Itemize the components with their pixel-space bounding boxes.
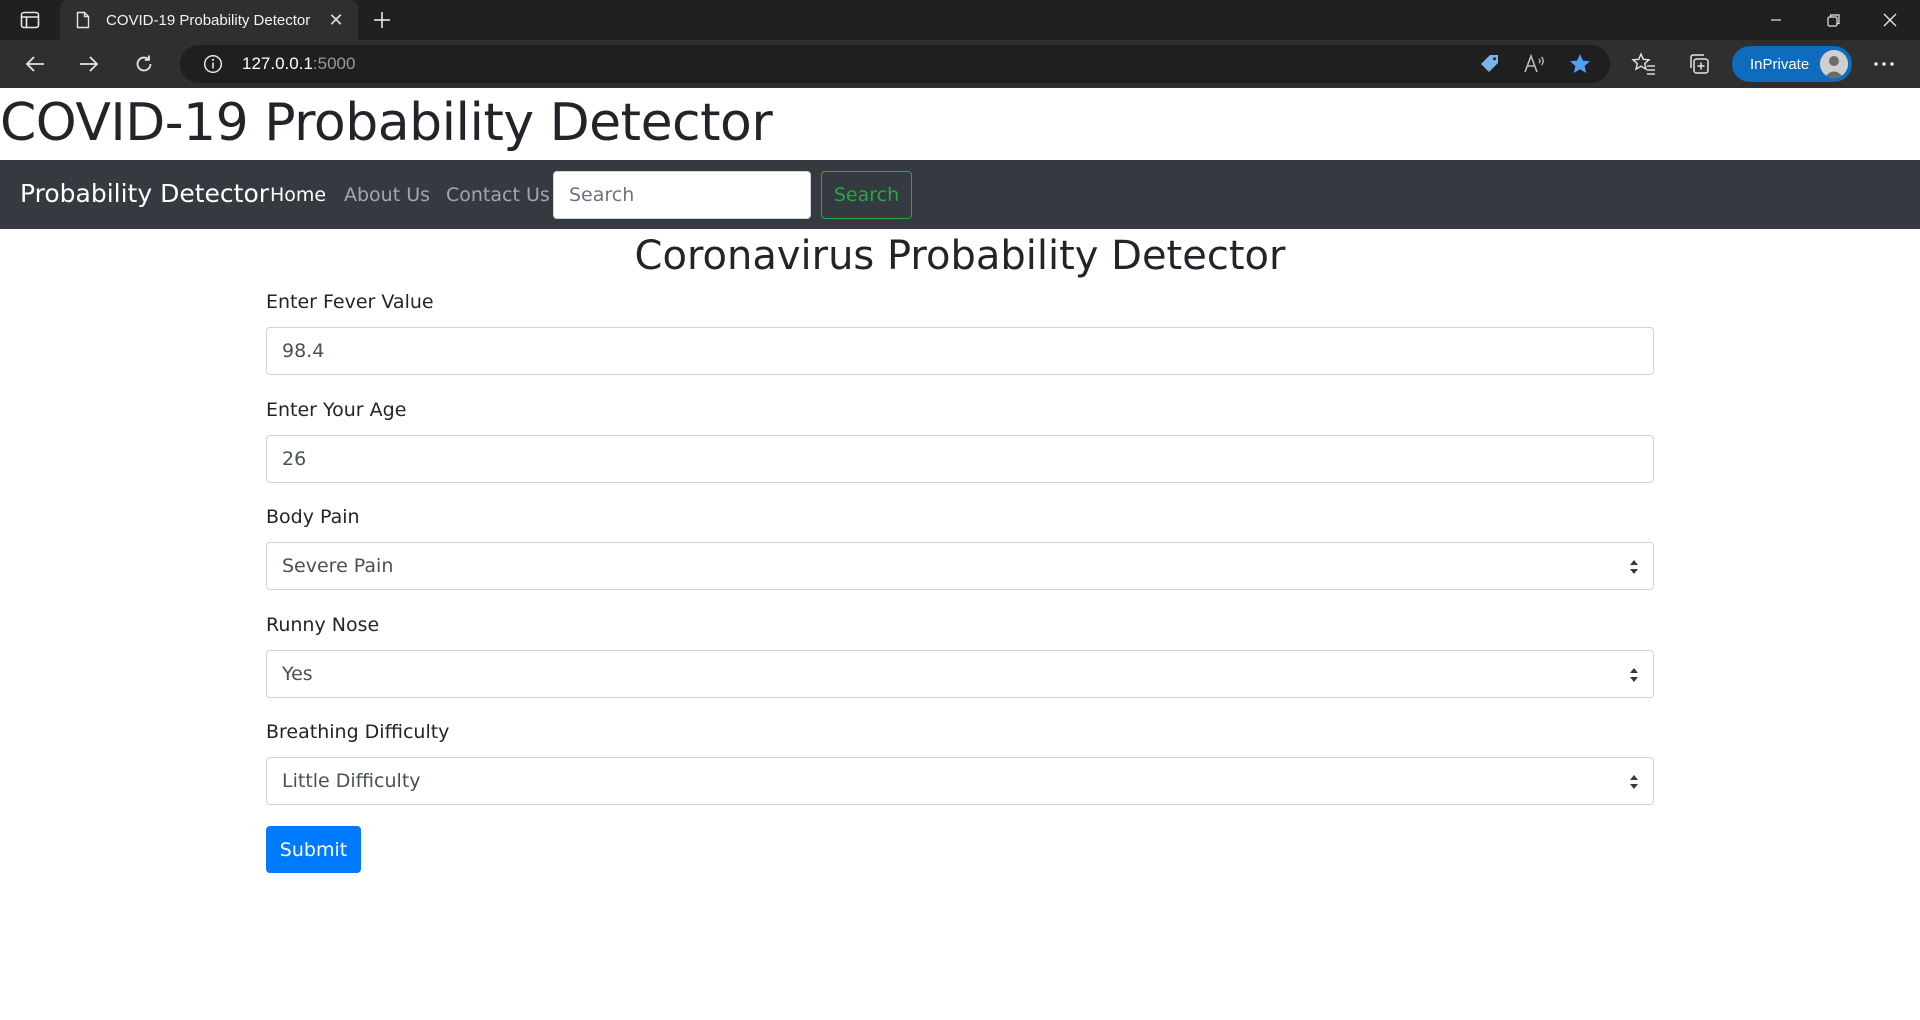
arrow-right-icon [80,56,99,72]
age-label: Enter Your Age [266,399,407,421]
breathing-difficulty-select[interactable]: Little Difficulty [266,757,1654,805]
nav-link-contact-us[interactable]: Contact Us [446,184,550,206]
runny-nose-select[interactable]: Yes [266,650,1654,698]
info-icon[interactable] [202,53,224,75]
minimize-button[interactable] [1748,0,1804,40]
breathing-difficulty-label: Breathing Difficulty [266,721,450,743]
restore-button[interactable] [1805,0,1861,40]
back-button[interactable] [17,48,53,80]
age-value: 26 [282,448,307,470]
page-icon [74,11,92,29]
submit-button[interactable]: Submit [266,826,361,873]
body-pain-label: Body Pain [266,506,360,528]
plus-icon [374,12,390,28]
favorites-list-icon[interactable] [1630,50,1658,78]
breathing-difficulty-value: Little Difficulty [282,770,421,792]
close-window-button[interactable] [1862,0,1918,40]
refresh-icon [136,55,152,72]
browser-tab[interactable]: COVID-19 Probability Detector ✕ [60,0,358,40]
fever-input[interactable]: 98.4 [266,327,1654,375]
fever-value: 98.4 [282,340,325,362]
site-navbar: Probability Detector Home About Us Conta… [0,160,1920,229]
runny-nose-value: Yes [282,663,313,685]
arrow-left-icon [25,56,44,72]
tab-title: COVID-19 Probability Detector [106,11,311,29]
minimize-icon [1771,19,1781,21]
address-host: 127.0.0.1 [242,54,313,73]
inprivate-label: InPrivate [1750,55,1810,73]
page-title: COVID-19 Probability Detector [0,93,773,153]
close-icon [1883,13,1897,27]
select-arrows-icon [1630,775,1638,789]
browser-toolbar: 127.0.0.1:5000 InPrivate [0,40,1920,88]
body-pain-value: Severe Pain [282,555,394,577]
browser-tab-bar: COVID-19 Probability Detector ✕ [0,0,1920,40]
favorite-star-icon[interactable] [1566,50,1594,78]
navbar-search-input[interactable] [553,171,811,219]
coupon-tag-icon[interactable] [1476,50,1504,78]
body-pain-select[interactable]: Severe Pain [266,542,1654,590]
more-options-icon[interactable] [1870,50,1898,78]
navbar-brand[interactable]: Probability Detector [20,179,269,208]
fever-label: Enter Fever Value [266,291,434,313]
read-aloud-icon[interactable] [1521,50,1549,78]
refresh-button[interactable] [126,48,162,80]
age-input[interactable]: 26 [266,435,1654,483]
form-title: Coronavirus Probability Detector [634,233,1286,279]
select-arrows-icon [1630,668,1638,682]
tab-actions-icon [20,11,40,29]
address-bar[interactable]: 127.0.0.1:5000 [180,45,1610,83]
navbar-search-button[interactable]: Search [821,171,912,219]
avatar [1820,50,1848,78]
new-tab-button[interactable] [368,6,396,34]
restore-icon [1826,13,1840,27]
select-arrows-icon [1630,560,1638,574]
address-port: :5000 [312,54,356,73]
collections-icon[interactable] [1685,50,1713,78]
nav-link-about-us[interactable]: About Us [344,184,430,206]
inprivate-button[interactable]: InPrivate [1732,46,1852,82]
nav-link-home[interactable]: Home [270,184,326,206]
forward-button[interactable] [71,48,107,80]
tab-actions-button[interactable] [16,8,44,32]
close-tab-icon[interactable]: ✕ [326,10,346,30]
runny-nose-label: Runny Nose [266,614,380,636]
